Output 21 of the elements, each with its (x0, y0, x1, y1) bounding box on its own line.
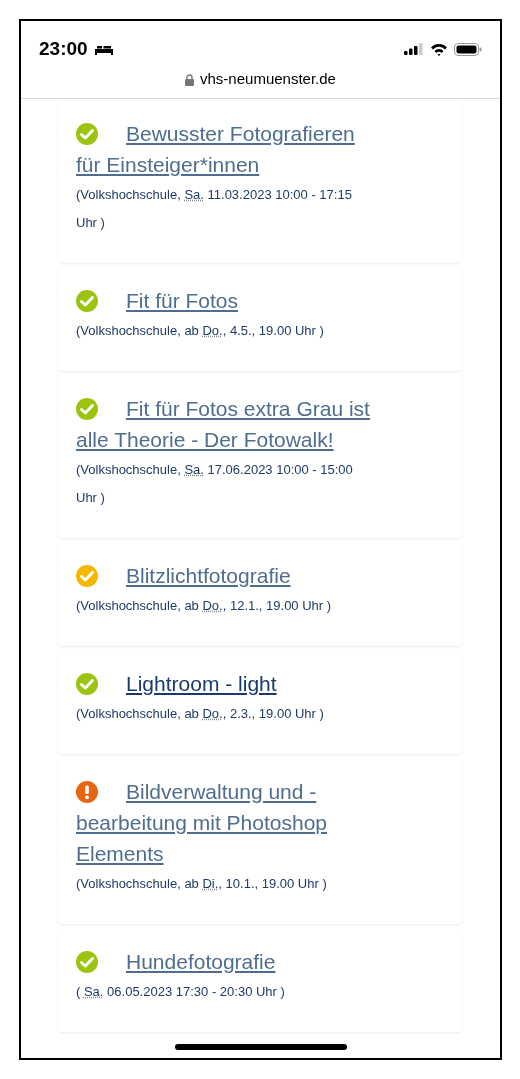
course-details: (Volkshochschule, Sa. 17.06.2023 10:00 - 15:00 Uhr ) (76, 461, 354, 507)
home-indicator[interactable] (174, 1044, 347, 1050)
course-title-link[interactable]: Fit für Fotos (76, 285, 376, 316)
battery-icon (454, 42, 482, 56)
signal-icon (404, 43, 424, 55)
course-details: ( Sa. 06.05.2023 17:30 - 20:30 Uhr ) (76, 983, 286, 1001)
lock-icon (185, 73, 195, 86)
course-title-link[interactable]: Bildverwaltung und -bearbeitung mit Photoshop Elements (76, 776, 376, 869)
course-details: (Volkshochschule, ab Di., 10.1., 19.00 Uhr ) (76, 875, 328, 893)
course-title-link[interactable]: Bewusster Fotografieren für Einsteiger*innen (76, 118, 376, 180)
course-details: (Volkshochschule, Sa. 11.03.2023 10:00 - 17:15 Uhr ) (76, 186, 353, 232)
course-title-link[interactable]: Lightroom - light (76, 668, 376, 699)
clock-time: 23:00 (39, 36, 88, 61)
course-details: (Volkshochschule, ab Do., 12.1., 19.00 Uhr ) (76, 597, 333, 615)
url-text[interactable]: vhs-neumuenster.de (200, 68, 336, 91)
course-title-link[interactable]: Fit für Fotos extra Grau ist alle Theorie - Der Fotowalk! (76, 393, 376, 455)
course-details: (Volkshochschule, ab Do., 2.3., 19.00 Uhr ) (76, 705, 325, 723)
course-details: (Volkshochschule, ab Do., 4.5., 19.00 Uhr ) (76, 322, 325, 340)
wifi-icon (430, 42, 448, 56)
course-title-link[interactable]: Hundefotografie (76, 946, 376, 977)
course-title-link[interactable]: Blitzlichtfotografie (76, 560, 376, 591)
